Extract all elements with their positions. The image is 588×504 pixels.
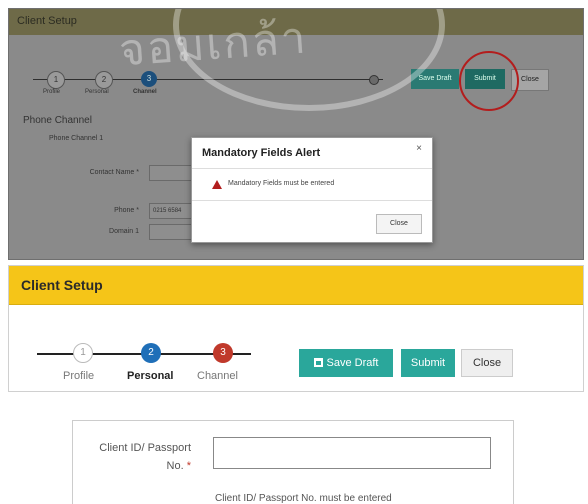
step-label-channel: Channel [133, 89, 157, 95]
save-draft-label: Save Draft [326, 357, 379, 369]
close-icon[interactable]: × [416, 143, 422, 154]
phone-channel-label: Phone Channel 1 [49, 135, 104, 142]
step-2-circle[interactable]: 2 [141, 343, 161, 363]
page-title: Client Setup [21, 277, 103, 293]
highlight-circle [459, 51, 519, 111]
step-label-personal: Personal [127, 370, 174, 382]
section-title: Phone Channel [23, 115, 92, 126]
client-setup-header: Client Setup [9, 266, 583, 305]
step-label-personal: Personal [85, 89, 109, 95]
submit-button[interactable]: Submit [401, 349, 455, 377]
step-1-circle[interactable]: 1 [47, 71, 65, 89]
step-label-profile: Profile [63, 370, 95, 382]
modal-close-button[interactable]: Close [376, 214, 422, 234]
close-button[interactable]: Close [461, 349, 513, 377]
step-2-circle[interactable]: 2 [95, 71, 113, 89]
step-1-circle[interactable]: 1 [73, 343, 93, 363]
step-3-circle[interactable]: 3 [213, 343, 233, 363]
client-id-input[interactable] [213, 437, 491, 469]
modal-screenshot-panel: Client Setup 1 2 3 Profile Personal Chan… [8, 8, 584, 260]
modal-message: Mandatory Fields must be entered [228, 180, 335, 187]
watermark-text: จอมเกล้า [117, 12, 310, 77]
validation-error: Client ID/ Passport No. must be entered [215, 493, 392, 504]
window-title: Client Setup [17, 15, 77, 27]
client-id-form: Client ID/ Passport No. * Client ID/ Pas… [72, 420, 514, 504]
step-label-channel: Channel [197, 370, 238, 382]
domain-label: Domain 1 [109, 228, 139, 235]
mandatory-fields-modal: Mandatory Fields Alert × Mandatory Field… [191, 137, 433, 243]
required-mark: * [186, 460, 191, 472]
client-setup-panel: Client Setup 1 2 3 Profile Personal Chan… [8, 265, 584, 392]
client-id-label: Client ID/ Passport No. * [99, 442, 191, 472]
modal-title: Mandatory Fields Alert [202, 147, 321, 159]
step-label-profile: Profile [43, 89, 61, 95]
contact-name-label: Contact Name * [89, 169, 139, 176]
warning-icon [212, 180, 222, 189]
save-icon [313, 358, 323, 367]
phone-label: Phone * [114, 207, 139, 214]
save-draft-button[interactable]: Save Draft [299, 349, 393, 377]
stepper: 1 2 3 Profile Personal Channel [37, 340, 267, 390]
